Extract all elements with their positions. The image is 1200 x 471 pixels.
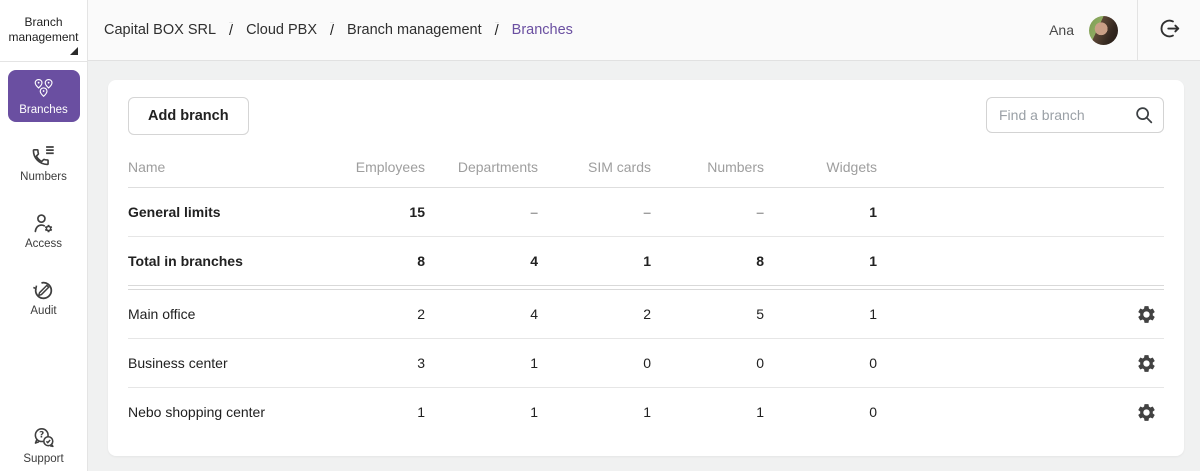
logout-icon	[1157, 16, 1182, 44]
row-name: Total in branches	[128, 253, 243, 269]
toolbar: Add branch	[128, 97, 1164, 135]
gear-icon	[1136, 403, 1157, 426]
support-icon: ?	[31, 426, 56, 451]
logout-button[interactable]	[1138, 0, 1200, 60]
cell-employees: 15	[409, 204, 425, 220]
sidebar-item-support[interactable]: ? Support	[8, 419, 80, 471]
breadcrumb-separator: /	[330, 21, 335, 39]
cell-widgets: 0	[869, 404, 877, 420]
table-row-total-in-branches: Total in branches 8 4 1 8 1	[128, 237, 1164, 285]
cell-numbers: 1	[756, 404, 764, 420]
cell-departments: 4	[530, 306, 538, 322]
sidebar-item-label: Access	[24, 237, 63, 250]
cell-employees: 8	[417, 253, 425, 269]
row-name: Business center	[128, 355, 228, 371]
sidebar-item-audit[interactable]: Audit	[8, 271, 80, 323]
gear-icon	[1136, 354, 1157, 377]
search-box	[986, 97, 1164, 133]
numbers-icon	[31, 144, 56, 169]
col-header-sim-cards: SIM cards	[587, 158, 651, 175]
table-row-business-center[interactable]: Business center 3 1 0 0 0	[128, 339, 1164, 387]
user-name: Ana	[1049, 22, 1074, 38]
col-header-departments: Departments	[457, 158, 538, 175]
col-header-employees: Employees	[355, 158, 425, 175]
cell-sim-cards: 2	[643, 306, 651, 322]
branches-table: Name Employees Departments SIM cards Num…	[128, 146, 1164, 436]
sidebar: Branch management Branches Numbers Acces…	[0, 0, 88, 471]
cell-departments: 4	[530, 253, 538, 269]
cell-employees: 1	[417, 404, 425, 420]
sidebar-item-numbers[interactable]: Numbers	[8, 137, 80, 189]
topbar-right: Ana	[1049, 0, 1200, 60]
user-avatar[interactable]	[1089, 15, 1118, 45]
cell-widgets: 1	[869, 204, 877, 220]
sidebar-item-branches[interactable]: Branches	[7, 70, 80, 122]
cell-departments: –	[530, 204, 538, 220]
breadcrumb-product[interactable]: Cloud PBX	[246, 22, 317, 38]
breadcrumb-separator: /	[494, 21, 499, 39]
content: Add branch Name Employees Depa	[88, 61, 1200, 471]
row-name: Nebo shopping center	[128, 404, 265, 420]
sidebar-item-label: Audit	[30, 304, 57, 317]
breadcrumb-section[interactable]: Branch management	[347, 22, 482, 38]
branch-settings-button[interactable]	[1134, 400, 1159, 425]
breadcrumb-separator: /	[229, 21, 234, 39]
breadcrumb-current: Branches	[511, 22, 573, 38]
app-title: Branch management	[8, 15, 79, 44]
table-header-row: Name Employees Departments SIM cards Num…	[128, 146, 1164, 187]
row-name: Main office	[128, 306, 196, 322]
col-header-widgets: Widgets	[826, 158, 877, 175]
sidebar-nav: Branches Numbers Access Audit ? Support	[0, 70, 87, 471]
sidebar-item-label: Numbers	[20, 170, 67, 183]
sidebar-item-label: Support	[23, 452, 64, 465]
cell-sim-cards: 1	[643, 253, 651, 269]
cell-numbers: 5	[756, 306, 764, 322]
audit-icon	[31, 278, 56, 303]
cell-numbers: 8	[756, 253, 764, 269]
cell-departments: 1	[530, 404, 538, 420]
cell-sim-cards: –	[643, 204, 651, 220]
corner-caret-icon	[70, 47, 78, 55]
sidebar-item-label: Branches	[19, 103, 68, 116]
search-icon[interactable]	[1133, 104, 1155, 131]
cell-employees: 3	[417, 355, 425, 371]
cell-widgets: 1	[869, 253, 877, 269]
cell-sim-cards: 0	[643, 355, 651, 371]
cell-departments: 1	[530, 355, 538, 371]
cell-sim-cards: 1	[643, 404, 651, 420]
branch-settings-button[interactable]	[1134, 302, 1159, 327]
access-icon	[31, 211, 56, 236]
topbar: Capital BOX SRL / Cloud PBX / Branch man…	[88, 0, 1200, 61]
table-row-nebo-shopping-center[interactable]: Nebo shopping center 1 1 1 1 0	[128, 388, 1164, 436]
branches-card: Add branch Name Employees Depa	[108, 80, 1184, 456]
table-row-general-limits: General limits 15 – – – 1	[128, 188, 1164, 236]
col-header-numbers: Numbers	[707, 158, 764, 175]
col-header-name: Name	[128, 158, 166, 175]
gear-icon	[1136, 305, 1157, 328]
branches-icon	[31, 77, 56, 102]
row-name: General limits	[128, 204, 221, 220]
cell-employees: 2	[417, 306, 425, 322]
breadcrumb: Capital BOX SRL / Cloud PBX / Branch man…	[104, 21, 573, 39]
cell-numbers: –	[756, 204, 764, 220]
cell-numbers: 0	[756, 355, 764, 371]
add-branch-button[interactable]: Add branch	[128, 97, 249, 135]
cell-widgets: 1	[869, 306, 877, 322]
branch-settings-button[interactable]	[1134, 351, 1159, 376]
table-row-main-office[interactable]: Main office 2 4 2 5 1	[128, 290, 1164, 338]
app-switcher[interactable]: Branch management	[0, 0, 87, 62]
main-area: Capital BOX SRL / Cloud PBX / Branch man…	[88, 0, 1200, 471]
breadcrumb-company[interactable]: Capital BOX SRL	[104, 22, 216, 38]
sidebar-item-access[interactable]: Access	[8, 204, 80, 256]
cell-widgets: 0	[869, 355, 877, 371]
